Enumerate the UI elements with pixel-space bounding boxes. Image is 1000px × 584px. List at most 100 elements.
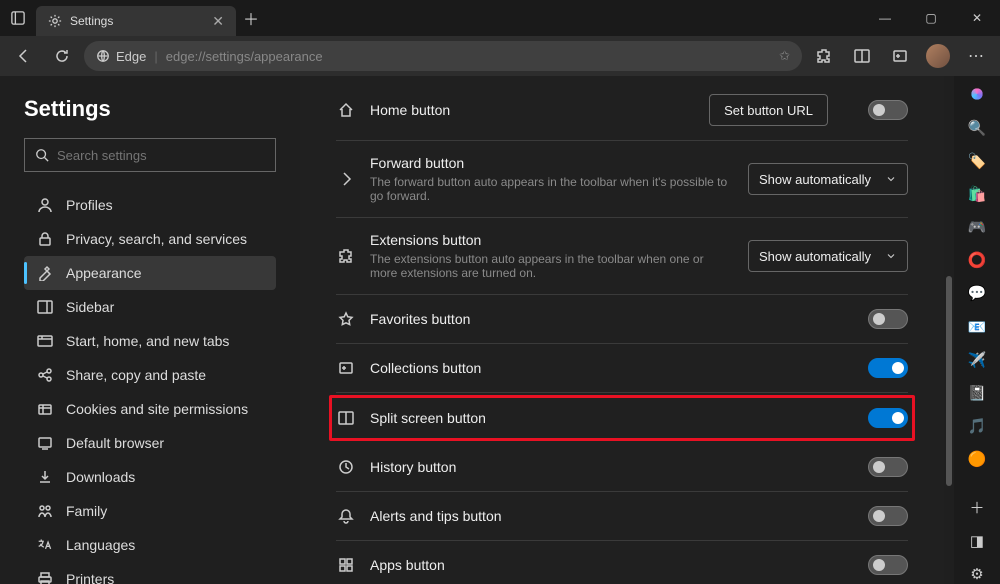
share-icon bbox=[36, 366, 54, 384]
setting-description: The forward button auto appears in the t… bbox=[370, 175, 734, 203]
setting-row-collections: Collections button bbox=[336, 344, 908, 393]
rail-telegram-icon[interactable]: ✈️ bbox=[966, 350, 988, 369]
toggle-favorites[interactable] bbox=[868, 309, 908, 329]
url-prefix: edge://settings/ bbox=[166, 49, 254, 64]
rail-store-icon[interactable]: 🛍️ bbox=[966, 184, 988, 203]
toggle-alerts[interactable] bbox=[868, 506, 908, 526]
split-screen-icon[interactable] bbox=[846, 40, 878, 72]
dropdown-value: Show automatically bbox=[759, 249, 871, 264]
rail-opera-icon[interactable]: 🟠 bbox=[966, 450, 988, 469]
toggle-apps[interactable] bbox=[868, 555, 908, 575]
tab-actions-icon[interactable] bbox=[0, 11, 36, 25]
button-home[interactable]: Set button URL bbox=[709, 94, 828, 126]
favorite-icon[interactable]: ✩ bbox=[779, 48, 790, 64]
rail-onenote-icon[interactable]: 📓 bbox=[966, 383, 988, 402]
rail-outlook-icon[interactable]: 📧 bbox=[966, 317, 988, 336]
sidebar-item-label: Privacy, search, and services bbox=[66, 231, 247, 247]
search-settings-input[interactable] bbox=[24, 138, 276, 172]
sidebar-item-label: Downloads bbox=[66, 469, 135, 485]
lock-icon bbox=[36, 230, 54, 248]
splitscreen-icon bbox=[336, 408, 356, 428]
rail-toggle-sidebar-button[interactable]: ◨ bbox=[966, 532, 988, 551]
rail-music-icon[interactable]: 🎵 bbox=[966, 416, 988, 435]
rail-settings-button[interactable]: ⚙ bbox=[966, 565, 988, 584]
profile-avatar[interactable] bbox=[922, 40, 954, 72]
new-tab-button[interactable]: ＋ bbox=[236, 6, 266, 30]
more-menu-icon[interactable]: ⋯ bbox=[960, 40, 992, 72]
setting-label: Alerts and tips button bbox=[370, 508, 854, 524]
profile-icon bbox=[36, 196, 54, 214]
sidebar-item-label: Default browser bbox=[66, 435, 164, 451]
sidebar-item-tabs[interactable]: Start, home, and new tabs bbox=[24, 324, 276, 358]
sidebar-item-label: Appearance bbox=[66, 265, 142, 281]
download-icon bbox=[36, 468, 54, 486]
sidebar-item-lock[interactable]: Privacy, search, and services bbox=[24, 222, 276, 256]
family-icon bbox=[36, 502, 54, 520]
setting-label: Favorites button bbox=[370, 311, 854, 327]
rail-search-icon[interactable]: 🔍 bbox=[966, 118, 988, 137]
dropdown-extensions[interactable]: Show automatically bbox=[748, 240, 908, 272]
sidebar-item-print[interactable]: Printers bbox=[24, 562, 276, 584]
minimize-button[interactable]: — bbox=[862, 0, 908, 36]
setting-row-favorites: Favorites button bbox=[336, 295, 908, 344]
close-tab-icon[interactable]: ✕ bbox=[212, 13, 224, 30]
back-button[interactable] bbox=[8, 40, 40, 72]
sidebar-item-label: Sidebar bbox=[66, 299, 114, 315]
settings-sidebar: Settings Profiles Privacy, search, and se… bbox=[0, 76, 300, 584]
home-icon bbox=[336, 100, 356, 120]
rail-shop-icon[interactable]: 🏷️ bbox=[966, 151, 988, 170]
rail-skype-icon[interactable]: 💬 bbox=[966, 284, 988, 303]
sidebar-item-cookies[interactable]: Cookies and site permissions bbox=[24, 392, 276, 426]
toggle-home[interactable] bbox=[868, 100, 908, 120]
toggle-splitscreen[interactable] bbox=[868, 408, 908, 428]
sidebar-item-profile[interactable]: Profiles bbox=[24, 188, 276, 222]
sidebar-item-share[interactable]: Share, copy and paste bbox=[24, 358, 276, 392]
setting-label: Apps button bbox=[370, 557, 854, 573]
site-info-icon[interactable]: Edge bbox=[96, 49, 146, 64]
extensions-icon[interactable] bbox=[808, 40, 840, 72]
setting-row-alerts: Alerts and tips button bbox=[336, 492, 908, 541]
appearance-icon bbox=[36, 264, 54, 282]
setting-row-home: Home button Set button URL bbox=[336, 80, 908, 141]
toggle-history[interactable] bbox=[868, 457, 908, 477]
refresh-button[interactable] bbox=[46, 40, 78, 72]
address-bar[interactable]: Edge | edge://settings/appearance ✩ bbox=[84, 41, 802, 71]
rail-games-icon[interactable]: 🎮 bbox=[966, 217, 988, 236]
sidebar-item-lang[interactable]: Languages bbox=[24, 528, 276, 562]
setting-label: Home button bbox=[370, 102, 695, 118]
alerts-icon bbox=[336, 506, 356, 526]
sidebar-item-download[interactable]: Downloads bbox=[24, 460, 276, 494]
page-title: Settings bbox=[24, 96, 276, 122]
setting-row-history: History button bbox=[336, 443, 908, 492]
search-icon bbox=[35, 148, 49, 162]
favorites-icon bbox=[336, 309, 356, 329]
sidebar-item-family[interactable]: Family bbox=[24, 494, 276, 528]
sidebar-item-label: Cookies and site permissions bbox=[66, 401, 248, 417]
sidebar-item-label: Family bbox=[66, 503, 107, 519]
setting-description: The extensions button auto appears in th… bbox=[370, 252, 734, 280]
sidebar-item-label: Share, copy and paste bbox=[66, 367, 206, 383]
rail-office-icon[interactable]: ⭕ bbox=[966, 251, 988, 270]
scrollbar[interactable] bbox=[944, 76, 954, 584]
search-field[interactable] bbox=[57, 148, 265, 163]
sidebar-item-sidebar[interactable]: Sidebar bbox=[24, 290, 276, 324]
scrollbar-thumb[interactable] bbox=[946, 276, 952, 486]
close-window-button[interactable]: ✕ bbox=[954, 0, 1000, 36]
settings-content: Home buttonSet button URLForward buttonT… bbox=[300, 76, 944, 584]
setting-row-splitscreen: Split screen button bbox=[329, 395, 915, 441]
url-page: appearance bbox=[254, 49, 323, 64]
toggle-collections[interactable] bbox=[868, 358, 908, 378]
rail-add-button[interactable]: ＋ bbox=[966, 497, 988, 518]
maximize-button[interactable]: ▢ bbox=[908, 0, 954, 36]
history-icon bbox=[336, 457, 356, 477]
sidebar-item-label: Profiles bbox=[66, 197, 113, 213]
setting-label: History button bbox=[370, 459, 854, 475]
tab-title: Settings bbox=[70, 14, 204, 28]
collections-icon[interactable] bbox=[884, 40, 916, 72]
dropdown-forward[interactable]: Show automatically bbox=[748, 163, 908, 195]
sidebar-item-default[interactable]: Default browser bbox=[24, 426, 276, 460]
lang-icon bbox=[36, 536, 54, 554]
copilot-icon[interactable] bbox=[966, 84, 988, 104]
sidebar-item-appearance[interactable]: Appearance bbox=[24, 256, 276, 290]
browser-tab[interactable]: Settings ✕ bbox=[36, 6, 236, 36]
